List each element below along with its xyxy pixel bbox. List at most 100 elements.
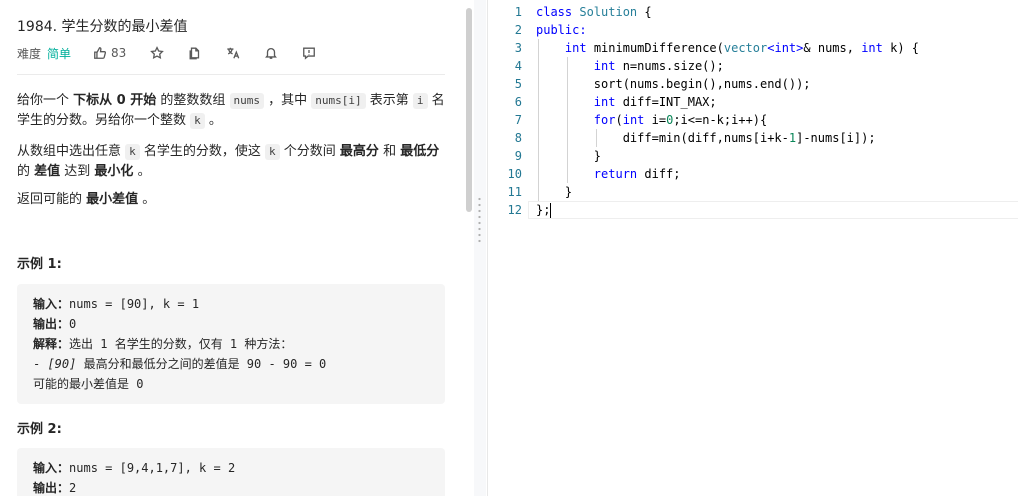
description-paragraph-1: 给你一个 下标从 0 开始 的整数数组 nums ，其中 nums[i] 表示第… — [17, 91, 447, 131]
bold-text: 差值 — [34, 164, 61, 179]
code-text: diff; — [637, 167, 681, 181]
italic-text: [90] — [47, 357, 77, 371]
keyword: public: — [536, 23, 587, 37]
code-text: diff=min(diff,nums[i+k- — [536, 131, 789, 145]
share-button[interactable] — [188, 46, 202, 60]
meta-divider — [17, 74, 445, 75]
bold-text: 最小差值 — [86, 192, 139, 207]
example-2-input: 输入：nums = [9,4,1,7], k = 2 — [33, 458, 445, 478]
pane-splitter[interactable] — [474, 0, 486, 496]
text: 从数组中选出任意 — [17, 144, 126, 159]
keyword: return — [593, 167, 638, 181]
like-count: 83 — [111, 46, 127, 60]
line-number: 10 — [507, 167, 522, 181]
drag-handle-icon[interactable] — [478, 196, 481, 244]
example-1-box: 输入：nums = [90], k = 1 输出：0 解释：选出 1 名学生的分… — [17, 284, 445, 404]
explain-text: 选出 1 名学生的分数，仅有 1 种方法： — [69, 337, 293, 351]
line-number: 12 — [507, 203, 522, 217]
share-icon — [189, 47, 200, 60]
line-number: 4 — [514, 59, 522, 73]
keyword: int — [861, 41, 883, 55]
code-line-5[interactable]: sort(nums.begin(),nums.end()); — [536, 75, 919, 93]
text: ，其中 — [264, 93, 312, 108]
line-number: 3 — [514, 41, 522, 55]
line-number-gutter: 1 2 3 4 5 6 7 8 9 10 11 12 — [488, 3, 522, 219]
text: 给你一个 — [17, 93, 74, 108]
code-editor[interactable]: 1 2 3 4 5 6 7 8 9 10 11 12 class Solutio… — [487, 0, 1018, 496]
problem-meta-bar: 难度 简单 83 — [17, 44, 316, 62]
code-text: & nums, — [803, 41, 862, 55]
line-number: 8 — [514, 131, 522, 145]
difficulty-label: 难度 — [17, 46, 42, 61]
problem-scrollbar[interactable] — [466, 8, 472, 212]
type-name: Solution — [579, 5, 638, 19]
keyword: int — [622, 113, 645, 127]
difficulty-badge: 简单 — [47, 46, 72, 61]
code-text: ( — [615, 113, 623, 127]
output-label: 输出： — [33, 317, 70, 331]
code-line-8[interactable]: diff=min(diff,nums[i+k-1]-nums[i]); — [536, 129, 919, 147]
line-number: 7 — [514, 113, 522, 127]
bold-text: 最高分 — [339, 144, 379, 159]
text: 的 — [17, 164, 35, 179]
input-value: nums = [90], k = 1 — [69, 297, 200, 311]
favorite-button[interactable] — [150, 46, 165, 60]
inline-code: k — [265, 144, 280, 160]
line-number: 2 — [514, 23, 522, 37]
code-text: k) { — [882, 41, 919, 55]
inline-code: k — [125, 144, 140, 160]
example-1-explanation: 解释：选出 1 名学生的分数，仅有 1 种方法： — [33, 334, 445, 354]
inline-code: k — [190, 113, 205, 129]
translate-icon — [227, 47, 240, 59]
example-2-title: 示例 2: — [17, 422, 62, 437]
text: 最高分和最低分之间的差值是 90 - 90 = 0 — [76, 357, 327, 371]
input-label: 输入： — [33, 461, 70, 475]
keyword: int — [593, 59, 616, 73]
like-button[interactable]: 83 — [93, 46, 126, 60]
code-content[interactable]: class Solution { public: int minimumDiff… — [536, 3, 919, 219]
bold-text: 最低分 — [400, 144, 440, 159]
code-line-3[interactable]: int minimumDifference(vector<int>& nums,… — [536, 39, 919, 57]
line-number: 1 — [514, 5, 522, 19]
code-line-12[interactable]: }; — [536, 201, 919, 219]
bell-icon — [265, 47, 278, 59]
code-line-11[interactable]: } — [536, 183, 919, 201]
text: 的整数数组 — [156, 93, 230, 108]
feedback-button[interactable] — [302, 46, 316, 60]
text: 名学生的分数，使这 — [139, 144, 266, 159]
inline-code: nums — [229, 93, 265, 109]
code-line-2[interactable]: public: — [536, 21, 919, 39]
line-number: 9 — [514, 149, 522, 163]
code-line-7[interactable]: for(int i=0;i<=n-k;i++){ — [536, 111, 919, 129]
keyword: int — [564, 41, 587, 55]
line-number: 6 — [514, 95, 522, 109]
description-paragraph-3: 返回可能的 最小差值 。 — [17, 190, 447, 210]
code-line-4[interactable]: int n=nums.size(); — [536, 57, 919, 75]
keyword: int — [774, 41, 797, 55]
code-line-6[interactable]: int diff=INT_MAX; — [536, 93, 919, 111]
translate-button[interactable] — [226, 46, 240, 60]
keyword: for — [593, 113, 616, 127]
code-text: n=nums.size(); — [615, 59, 724, 73]
text: 达到 — [60, 164, 95, 179]
text: 。 — [133, 164, 151, 179]
type-name: vector — [723, 41, 768, 55]
text: 个分数间 — [279, 144, 340, 159]
output-value: 2 — [69, 481, 77, 495]
example-2-box: 输入：nums = [9,4,1,7], k = 2 输出：2 — [17, 448, 445, 496]
example-1-conclusion: 可能的最小差值是 0 — [33, 377, 144, 391]
example-1-output: 输出：0 — [33, 314, 445, 334]
inline-code: i — [412, 93, 428, 109]
code-line-10[interactable]: return diff; — [536, 165, 919, 183]
code-line-1[interactable]: class Solution { — [536, 3, 919, 21]
code-text: ;i<=n-k;i++){ — [673, 113, 768, 127]
input-value: nums = [9,4,1,7], k = 2 — [69, 461, 236, 475]
example-1-input: 输入：nums = [90], k = 1 — [33, 294, 445, 314]
notification-button[interactable] — [264, 46, 278, 60]
text: 返回可能的 — [17, 192, 87, 207]
code-line-9[interactable]: } — [536, 147, 919, 165]
